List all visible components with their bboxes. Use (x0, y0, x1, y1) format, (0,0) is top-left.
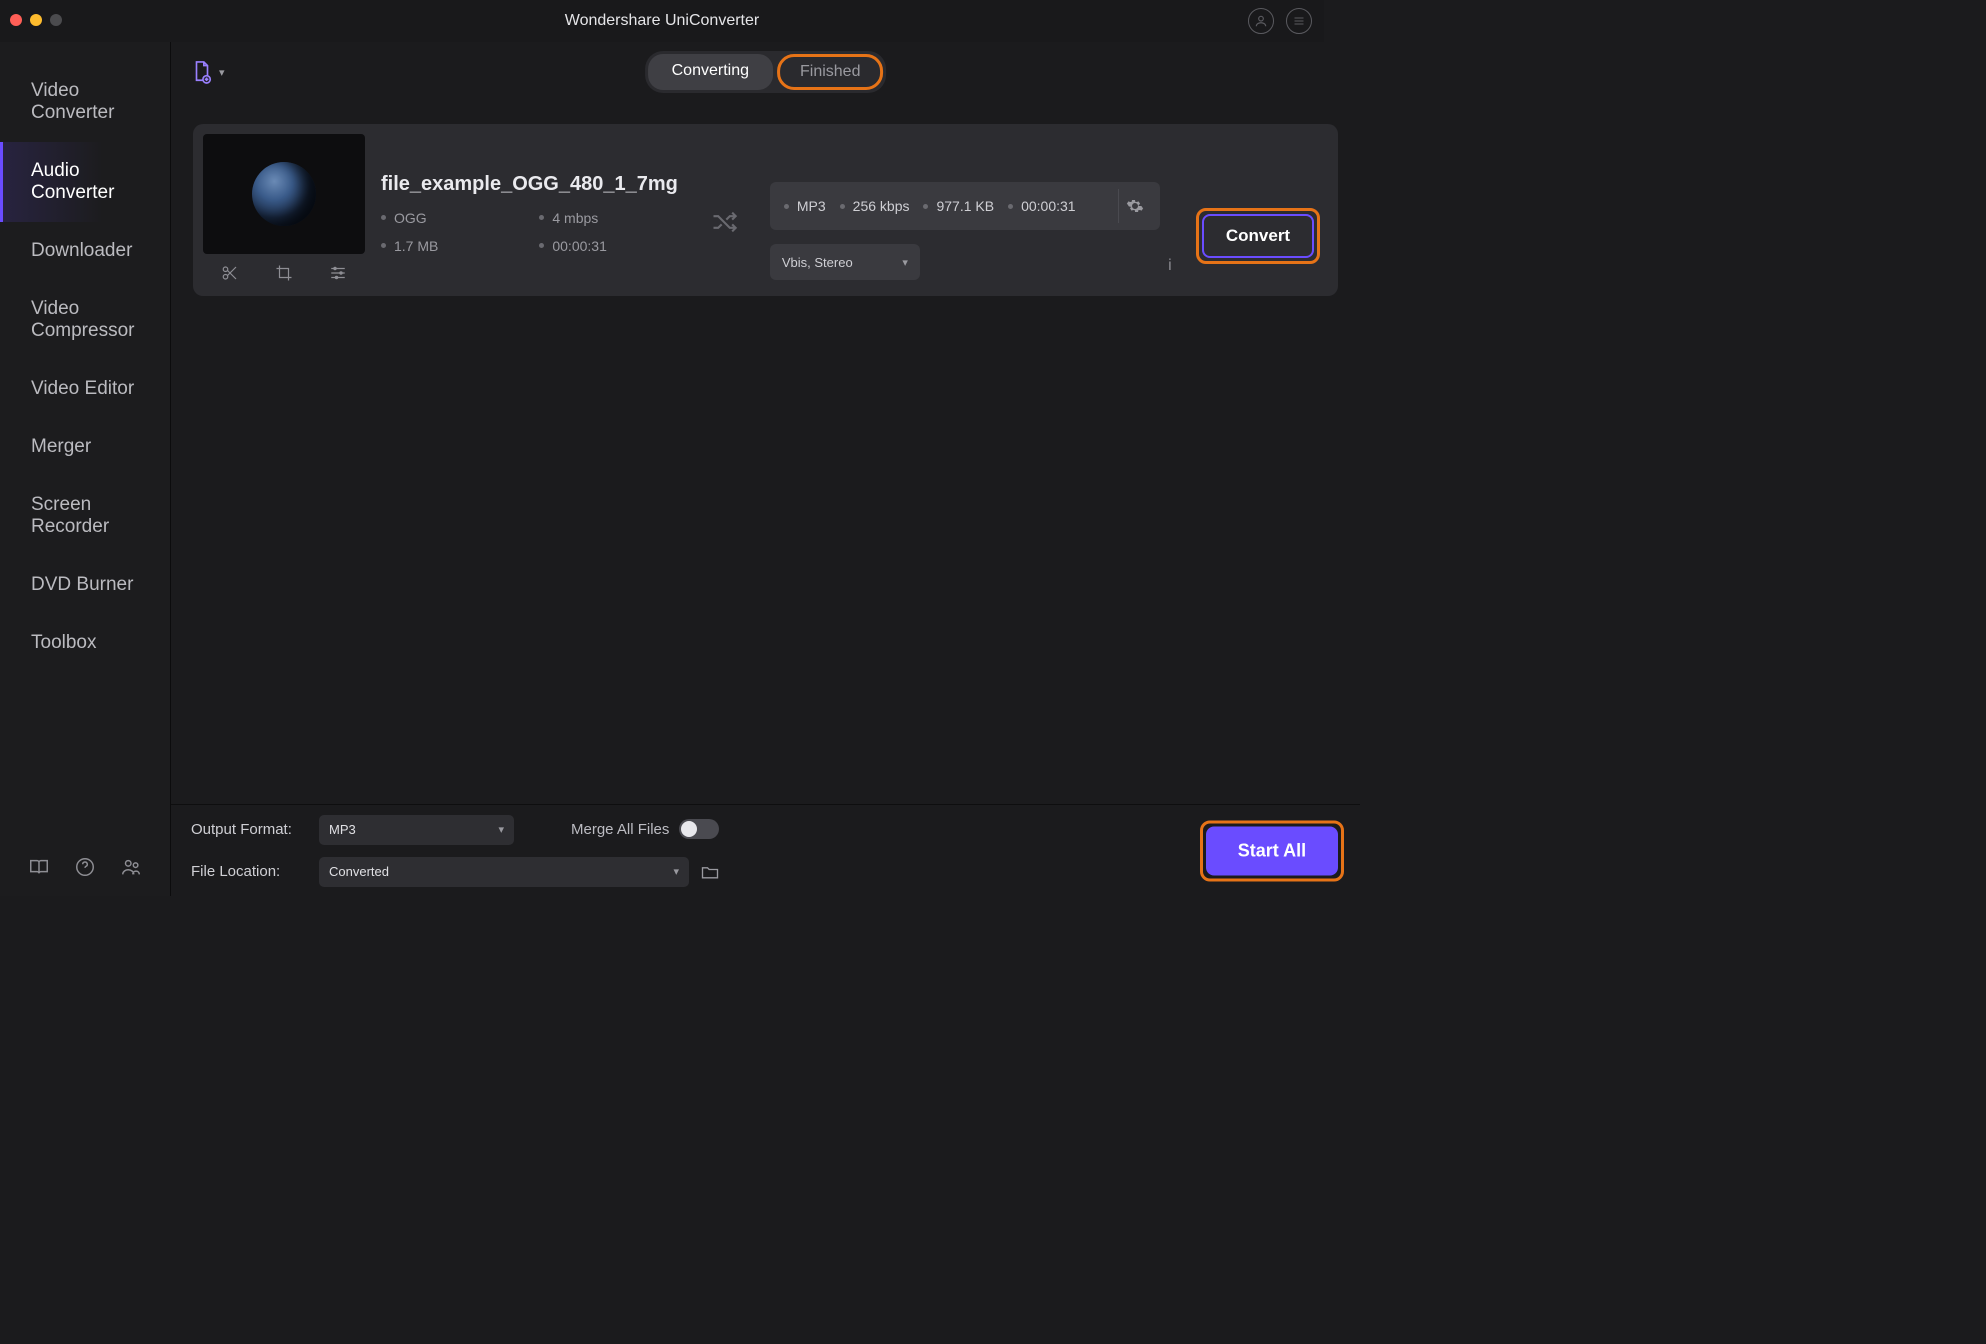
thumbnail[interactable] (203, 134, 365, 254)
merge-toggle[interactable] (679, 819, 719, 839)
close-window-icon[interactable] (10, 14, 22, 26)
sidebar-footer (0, 838, 170, 896)
title-bar: Wondershare UniConverter (0, 0, 1324, 42)
app-title: Wondershare UniConverter (565, 12, 759, 30)
tab-converting[interactable]: Converting (648, 54, 773, 90)
target-filesize: 977.1 KB (923, 198, 994, 214)
output-format-value: MP3 (329, 822, 356, 837)
sidebar: Video Converter Audio Converter Download… (0, 42, 171, 896)
add-file-button[interactable]: ▾ (191, 60, 225, 84)
source-duration: 00:00:31 (539, 238, 678, 254)
sidebar-item-label: Audio Converter (31, 160, 114, 203)
sidebar-item-label: Merger (31, 436, 91, 457)
convert-button[interactable]: Convert (1202, 214, 1314, 258)
target-specs: MP3 256 kbps 977.1 KB 00:00:31 (770, 182, 1160, 230)
sidebar-item-label: Video Converter (31, 80, 114, 123)
file-location-label: File Location: (191, 863, 309, 880)
minimize-window-icon[interactable] (30, 14, 42, 26)
audio-track-select[interactable]: Vbis, Stereo ▾ (770, 244, 920, 280)
settings-icon[interactable] (1118, 189, 1152, 223)
community-icon[interactable] (120, 856, 142, 878)
chevron-down-icon: ▾ (673, 865, 679, 878)
target-bitrate: 256 kbps (840, 198, 910, 214)
effects-icon[interactable] (327, 262, 349, 284)
status-tabs: Converting Finished (645, 51, 887, 93)
sidebar-item-video-editor[interactable]: Video Editor (0, 360, 170, 418)
start-all-highlight: Start All (1200, 820, 1344, 881)
convert-button-highlight: Convert (1196, 208, 1320, 264)
sidebar-item-label: Video Editor (31, 378, 134, 399)
shuffle-icon[interactable] (710, 208, 738, 236)
open-folder-icon[interactable] (699, 861, 721, 883)
file-location-value: Converted (329, 864, 389, 879)
sidebar-item-label: Downloader (31, 240, 132, 261)
crop-icon[interactable] (273, 262, 295, 284)
tab-label: Converting (672, 62, 749, 79)
sidebar-item-toolbox[interactable]: Toolbox (0, 614, 170, 672)
sidebar-item-screen-recorder[interactable]: Screen Recorder (0, 476, 170, 556)
tab-finished[interactable]: Finished (777, 54, 883, 90)
help-icon[interactable] (74, 856, 96, 878)
source-filesize: 1.7 MB (381, 238, 509, 254)
target-duration: 00:00:31 (1008, 198, 1076, 214)
start-all-button[interactable]: Start All (1206, 826, 1338, 875)
source-format: OGG (381, 210, 509, 226)
tab-label: Finished (800, 63, 860, 80)
main-panel: ▾ Converting Finished (171, 42, 1360, 896)
audio-track-value: Vbis, Stereo (782, 255, 853, 270)
bottom-bar: Output Format: MP3 ▾ File Location: Conv… (171, 804, 1360, 896)
file-row: file_example_OGG_480_1_7mg OGG 4 mbps 1.… (193, 124, 1338, 296)
earth-image (252, 162, 316, 226)
file-location-select[interactable]: Converted ▾ (319, 857, 689, 887)
sidebar-item-label: Video Compressor (31, 298, 134, 341)
sidebar-item-video-compressor[interactable]: Video Compressor (0, 280, 170, 360)
merge-all-files: Merge All Files (571, 819, 719, 839)
chevron-down-icon: ▾ (902, 256, 908, 269)
sidebar-item-label: Screen Recorder (31, 494, 109, 537)
output-format-select[interactable]: MP3 ▾ (319, 815, 514, 845)
file-name: file_example_OGG_480_1_7mg (381, 173, 678, 196)
support-icon[interactable] (1286, 8, 1312, 34)
sidebar-item-downloader[interactable]: Downloader (0, 222, 170, 280)
chevron-down-icon: ▾ (498, 823, 504, 836)
account-icon[interactable] (1248, 8, 1274, 34)
sidebar-item-audio-converter[interactable]: Audio Converter (0, 142, 170, 222)
sidebar-item-video-converter[interactable]: Video Converter (0, 62, 170, 142)
info-icon[interactable]: i (1160, 257, 1180, 275)
maximize-window-icon[interactable] (50, 14, 62, 26)
merge-label: Merge All Files (571, 821, 669, 838)
sidebar-item-merger[interactable]: Merger (0, 418, 170, 476)
sidebar-item-dvd-burner[interactable]: DVD Burner (0, 556, 170, 614)
source-specs: OGG 4 mbps 1.7 MB 00:00:31 (381, 210, 678, 254)
target-format: MP3 (784, 198, 826, 214)
trim-icon[interactable] (219, 262, 241, 284)
window-controls (10, 14, 62, 26)
output-format-label: Output Format: (191, 821, 309, 838)
guide-icon[interactable] (28, 856, 50, 878)
top-toolbar: ▾ Converting Finished (171, 42, 1360, 102)
sidebar-item-label: Toolbox (31, 632, 97, 653)
source-bitrate: 4 mbps (539, 210, 678, 226)
chevron-down-icon: ▾ (219, 66, 225, 79)
sidebar-item-label: DVD Burner (31, 574, 133, 595)
